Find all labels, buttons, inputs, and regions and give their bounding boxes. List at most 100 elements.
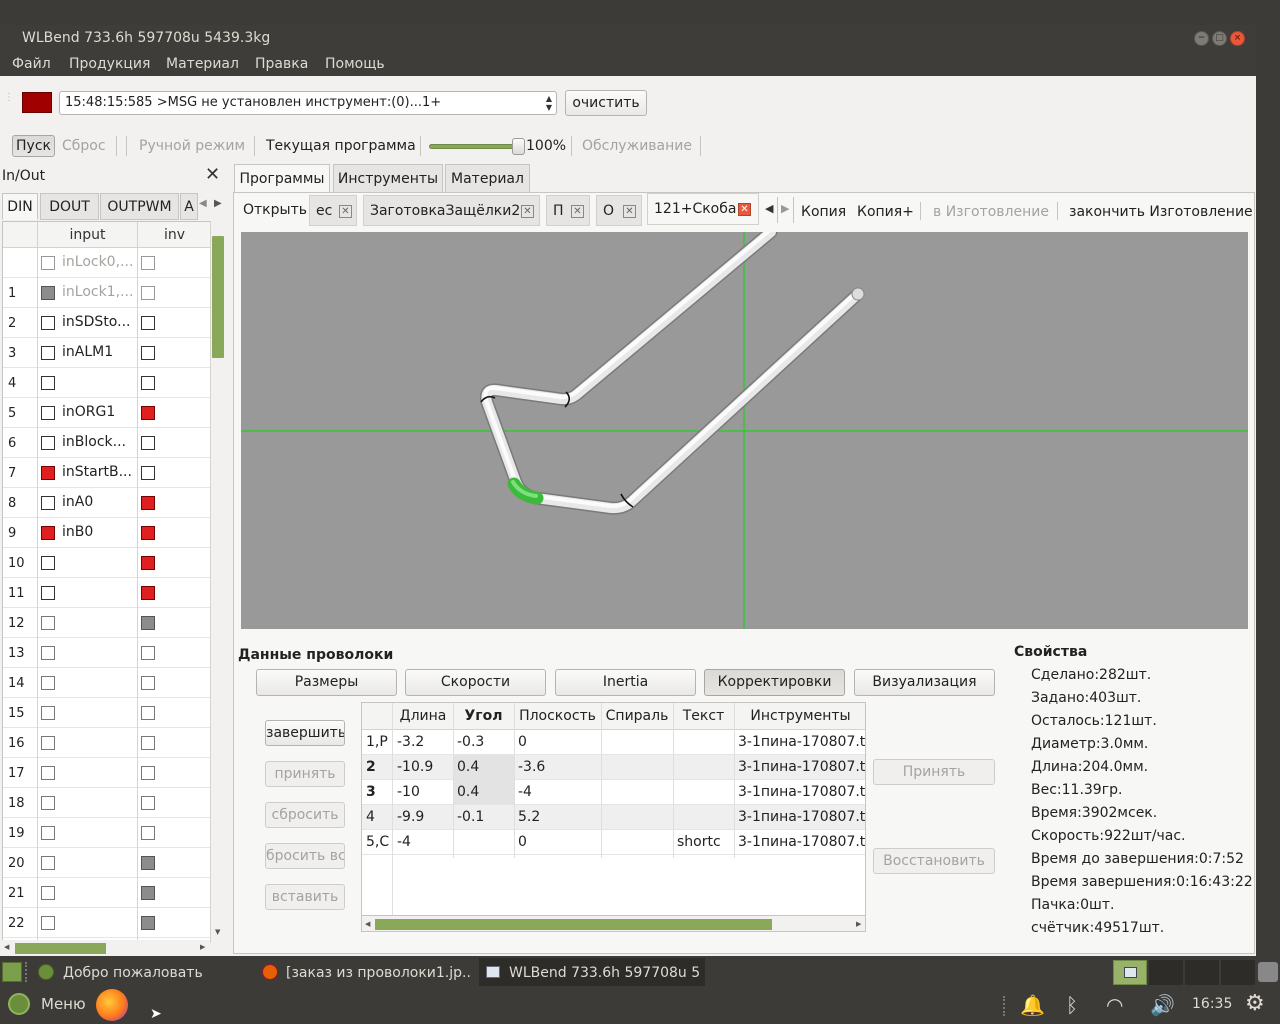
segment-index[interactable]: 2 — [362, 755, 392, 780]
table-row[interactable]: 11 — [3, 578, 211, 608]
program-tab[interactable]: ес ✕ — [309, 195, 357, 226]
din-vertical-scroll-thumb[interactable] — [212, 236, 224, 358]
clock[interactable]: 16:35 — [1192, 996, 1232, 1012]
input-state-checkbox[interactable] — [41, 436, 55, 450]
invert-checkbox[interactable] — [141, 856, 155, 870]
cell-text[interactable] — [673, 780, 734, 805]
tab-material[interactable]: Материал — [445, 164, 530, 193]
cell-angle[interactable] — [453, 830, 514, 855]
input-state-checkbox[interactable] — [41, 766, 55, 780]
bluetooth-icon[interactable]: ᛒ — [1066, 993, 1078, 1017]
menu-help[interactable]: Помощь — [325, 52, 385, 76]
reset-button[interactable]: Сброс — [62, 137, 106, 155]
table-row[interactable]: 8 inA0 — [3, 488, 211, 518]
table-row[interactable]: 18 — [3, 788, 211, 818]
table-row[interactable]: 7 inStartB... — [3, 458, 211, 488]
insert-button[interactable]: вставить — [265, 884, 345, 910]
column-header-length[interactable]: Длина — [393, 703, 453, 730]
menu-material[interactable]: Материал — [166, 52, 239, 76]
table-row[interactable]: 12 — [3, 608, 211, 638]
workspace-4[interactable] — [1221, 960, 1255, 985]
table-row[interactable]: inLock0,... — [3, 248, 211, 278]
invert-checkbox[interactable] — [141, 676, 155, 690]
taskbar-item-firefox[interactable]: [заказ из проволоки1.jp... — [286, 962, 472, 984]
close-tab-icon[interactable]: ✕ — [521, 205, 534, 218]
finish-production-button[interactable]: закончить Изготовление — [1069, 203, 1253, 221]
table-row[interactable]: 19 — [3, 818, 211, 848]
invert-checkbox[interactable] — [141, 616, 155, 630]
invert-checkbox[interactable] — [141, 586, 155, 600]
tab-outpwm[interactable]: OUTPWM — [100, 193, 179, 220]
open-program-button[interactable]: Открыть — [237, 195, 307, 226]
invert-checkbox[interactable] — [141, 826, 155, 840]
trash-icon[interactable] — [1258, 962, 1278, 982]
message-log-combo[interactable]: 15:48:15:585 >MSG не установлен инструме… — [59, 91, 557, 115]
tab-scroll-left-icon[interactable]: ◀ — [765, 202, 773, 215]
input-state-checkbox[interactable] — [41, 286, 55, 300]
menu-file[interactable]: Файл — [12, 52, 51, 76]
maximize-icon[interactable]: □ — [1212, 31, 1227, 46]
visualization-tab-button[interactable]: Визуализация — [854, 669, 995, 696]
corrections-tab-button[interactable]: Корректировки — [704, 669, 845, 696]
table-row[interactable]: 2 -10.9 0.4 -3.6 3-1пина-170807.tol — [362, 755, 865, 780]
show-desktop-icon[interactable] — [2, 962, 22, 982]
program-tab[interactable]: О ✕ — [596, 195, 642, 226]
close-tab-icon[interactable]: ✕ — [571, 205, 584, 218]
finish-button[interactable]: завершить — [265, 720, 345, 746]
invert-checkbox[interactable] — [141, 466, 155, 480]
segment-index[interactable]: 3 — [362, 780, 392, 805]
cell-length[interactable]: -10.9 — [393, 755, 453, 780]
cell-plane[interactable]: 5.2 — [514, 805, 601, 830]
din-horizontal-scroll-thumb[interactable] — [15, 943, 106, 954]
cell-spiral[interactable] — [601, 830, 673, 855]
accept-button[interactable]: Принять — [873, 759, 995, 785]
reset-row-button[interactable]: сбросить — [265, 802, 345, 828]
cell-length[interactable]: -10 — [393, 780, 453, 805]
cell-text[interactable] — [673, 730, 734, 755]
invert-checkbox[interactable] — [141, 706, 155, 720]
table-row[interactable]: 22 — [3, 908, 211, 938]
cell-plane[interactable]: -3.6 — [514, 755, 601, 780]
wifi-icon[interactable]: ◠ — [1106, 993, 1123, 1017]
menu-products[interactable]: Продукция — [69, 52, 150, 76]
segment-index[interactable]: 4 — [362, 805, 392, 830]
table-row[interactable]: 20 — [3, 848, 211, 878]
invert-checkbox[interactable] — [141, 796, 155, 810]
table-row[interactable]: 1 inLock1,... — [3, 278, 211, 308]
table-row[interactable]: 13 — [3, 638, 211, 668]
input-state-checkbox[interactable] — [41, 496, 55, 510]
input-state-checkbox[interactable] — [41, 376, 55, 390]
invert-checkbox[interactable] — [141, 436, 155, 450]
menu-edit[interactable]: Правка — [255, 52, 308, 76]
invert-checkbox[interactable] — [141, 256, 155, 270]
invert-checkbox[interactable] — [141, 286, 155, 300]
input-state-checkbox[interactable] — [41, 256, 55, 270]
tab-scroll-left-icon[interactable]: ◀ — [199, 198, 207, 209]
table-row[interactable]: 4 — [3, 368, 211, 398]
input-state-checkbox[interactable] — [41, 826, 55, 840]
input-state-checkbox[interactable] — [41, 796, 55, 810]
table-row[interactable]: 2 inSDSto... — [3, 308, 211, 338]
start-button[interactable]: Пуск — [12, 135, 55, 157]
program-tab[interactable]: П ✕ — [546, 195, 590, 226]
input-state-checkbox[interactable] — [41, 406, 55, 420]
cell-tool[interactable]: 3-1пина-170807.tol — [734, 780, 865, 805]
program-tab-active[interactable]: 121+Скоба ✕ — [647, 193, 759, 225]
table-row[interactable]: 3 inALM1 — [3, 338, 211, 368]
minimize-icon[interactable]: − — [1194, 31, 1209, 46]
invert-checkbox[interactable] — [141, 526, 155, 540]
table-row[interactable]: 16 — [3, 728, 211, 758]
cell-spiral[interactable] — [601, 805, 673, 830]
service-button[interactable]: Обслуживание — [582, 137, 692, 155]
invert-checkbox[interactable] — [141, 886, 155, 900]
input-state-checkbox[interactable] — [41, 856, 55, 870]
input-state-checkbox[interactable] — [41, 346, 55, 360]
cell-text[interactable] — [673, 805, 734, 830]
copy-button[interactable]: Копия — [801, 203, 846, 221]
close-tab-icon[interactable]: ✕ — [738, 203, 751, 216]
system-settings-icon[interactable]: ⚙ — [1245, 991, 1265, 1016]
copy-plus-button[interactable]: Копия+ — [857, 203, 914, 221]
table-row[interactable]: 1,Р -3.2 -0.3 0 3-1пина-170807.tol — [362, 730, 865, 755]
mint-menu-icon[interactable] — [8, 993, 30, 1015]
combo-spin-icon[interactable]: ▲ ▼ — [546, 94, 552, 112]
